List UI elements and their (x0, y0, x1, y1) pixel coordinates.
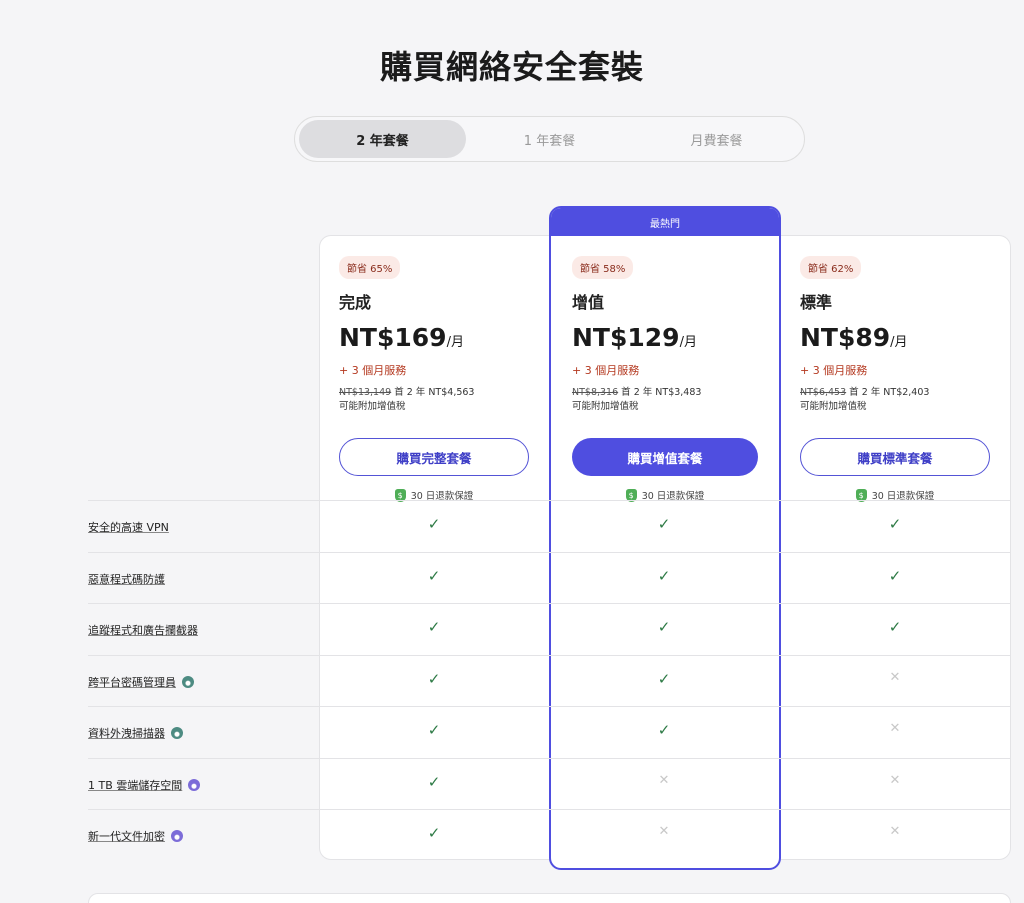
feature-label[interactable]: 新一代文件加密 (88, 828, 183, 844)
addon-info-icon (171, 727, 183, 739)
billing-period-tabs: 2 年套餐 1 年套餐 月費套餐 (294, 116, 805, 162)
tax-note: 可能附加增值稅 (800, 401, 867, 412)
tab-monthly[interactable]: 月費套餐 (633, 120, 800, 158)
bottom-card (88, 893, 1011, 903)
plan-plus: 節省 58% 增值 NT$129/月 + 3 個月服務 NT$8,316 首 2… (572, 256, 772, 502)
plan-price: NT$89/月 (800, 323, 908, 352)
feature-label[interactable]: 安全的高速 VPN (88, 519, 169, 535)
feature-label[interactable]: 資料外洩掃描器 (88, 725, 183, 741)
page: 購買網絡安全套裝 2 年套餐 1 年套餐 月費套餐 最熱門 節省 65% 完成 … (0, 0, 1024, 903)
old-price: NT$13,149 (339, 387, 392, 398)
addon-info-icon (182, 675, 194, 688)
bonus-months: + 3 個月服務 (572, 364, 640, 377)
billing-details: NT$6,453 首 2 年 NT$2,403 可能附加增值稅 (800, 387, 930, 412)
check-icon: ✓ (888, 515, 902, 533)
feature-row: 追蹤程式和廣告攔截器 ✓ ✓ ✓ (88, 603, 1011, 654)
feature-row: 1 TB 雲端儲存空間 ✓ ✕ ✕ (88, 757, 1011, 809)
billing-details: NT$8,316 首 2 年 NT$3,483 可能附加增值稅 (572, 387, 702, 412)
cross-icon: ✕ (889, 669, 901, 685)
feature-label-text: 追蹤程式和廣告攔截器 (88, 624, 198, 637)
cross-icon: ✕ (889, 772, 901, 788)
addon-info-icon (188, 778, 201, 791)
old-price: NT$8,316 (572, 387, 619, 398)
plan-name: 增值 (572, 293, 605, 312)
cross-icon: ✕ (889, 721, 901, 736)
addon-info-icon (171, 830, 183, 842)
feature-label-text: 新一代文件加密 (88, 830, 165, 843)
check-icon: ✓ (657, 515, 671, 533)
plan-name: 標準 (800, 293, 833, 312)
feature-label[interactable]: 跨平台密碼管理員 (88, 674, 194, 690)
feature-row: 新一代文件加密 ✓ ✕ ✕ (88, 809, 1011, 860)
plan-price: NT$129/月 (572, 323, 697, 352)
feature-label[interactable]: 1 TB 雲端儲存空間 (88, 777, 201, 793)
feature-row: 惡意程式碼防護 ✓ ✓ ✓ (88, 551, 1011, 603)
featured-badge: 最熱門 (551, 208, 779, 236)
bonus-months: + 3 個月服務 (800, 364, 868, 377)
discount-badge: 節省 65% (339, 256, 401, 279)
feature-row: 跨平台密碼管理員 ✓ ✓ ✕ (88, 654, 1011, 706)
check-icon: ✓ (427, 566, 441, 585)
plan-standard: 節省 62% 標準 NT$89/月 + 3 個月服務 NT$6,453 首 2 … (800, 256, 1000, 502)
plan-complete: 節省 65% 完成 NT$169/月 + 3 個月服務 NT$13,149 首 … (339, 256, 539, 502)
check-icon: ✓ (427, 824, 441, 842)
cross-icon: ✕ (658, 824, 670, 839)
cross-icon: ✕ (889, 824, 901, 839)
feature-label-text: 跨平台密碼管理員 (88, 675, 176, 689)
check-icon: ✓ (427, 772, 441, 791)
plan-name: 完成 (339, 293, 372, 312)
cross-icon: ✕ (658, 772, 670, 788)
check-icon: ✓ (657, 721, 671, 739)
check-icon: ✓ (427, 721, 441, 739)
tax-note: 可能附加增值稅 (339, 401, 406, 412)
feature-label-text: 1 TB 雲端儲存空間 (88, 778, 183, 792)
feature-row: 安全的高速 VPN ✓ ✓ ✓ (88, 500, 1011, 551)
check-icon: ✓ (657, 566, 671, 585)
discount-badge: 節省 62% (800, 256, 862, 279)
feature-row: 資料外洩掃描器 ✓ ✓ ✕ (88, 706, 1011, 757)
page-title: 購買網絡安全套裝 (379, 48, 644, 86)
feature-label-text: 惡意程式碼防護 (88, 572, 165, 586)
feature-label-text: 安全的高速 VPN (88, 521, 169, 534)
buy-plus-button[interactable]: 購買增值套餐 (572, 438, 758, 476)
tab-1-year[interactable]: 1 年套餐 (466, 120, 633, 158)
feature-label[interactable]: 追蹤程式和廣告攔截器 (88, 622, 198, 638)
buy-standard-button[interactable]: 購買標準套餐 (800, 438, 990, 476)
check-icon: ✓ (427, 618, 441, 636)
buy-complete-button[interactable]: 購買完整套餐 (339, 438, 529, 476)
old-price: NT$6,453 (800, 387, 847, 398)
check-icon: ✓ (427, 669, 441, 688)
check-icon: ✓ (427, 515, 441, 533)
tab-2-year[interactable]: 2 年套餐 (299, 120, 466, 158)
check-icon: ✓ (657, 669, 671, 688)
tax-note: 可能附加增值稅 (572, 401, 639, 412)
billing-details: NT$13,149 首 2 年 NT$4,563 可能附加增值稅 (339, 387, 475, 412)
check-icon: ✓ (657, 618, 671, 636)
feature-label[interactable]: 惡意程式碼防護 (88, 571, 165, 587)
check-icon: ✓ (888, 618, 902, 636)
discount-badge: 節省 58% (572, 256, 634, 279)
bonus-months: + 3 個月服務 (339, 364, 407, 377)
feature-label-text: 資料外洩掃描器 (88, 727, 165, 740)
plan-price: NT$169/月 (339, 323, 464, 352)
check-icon: ✓ (888, 566, 902, 585)
